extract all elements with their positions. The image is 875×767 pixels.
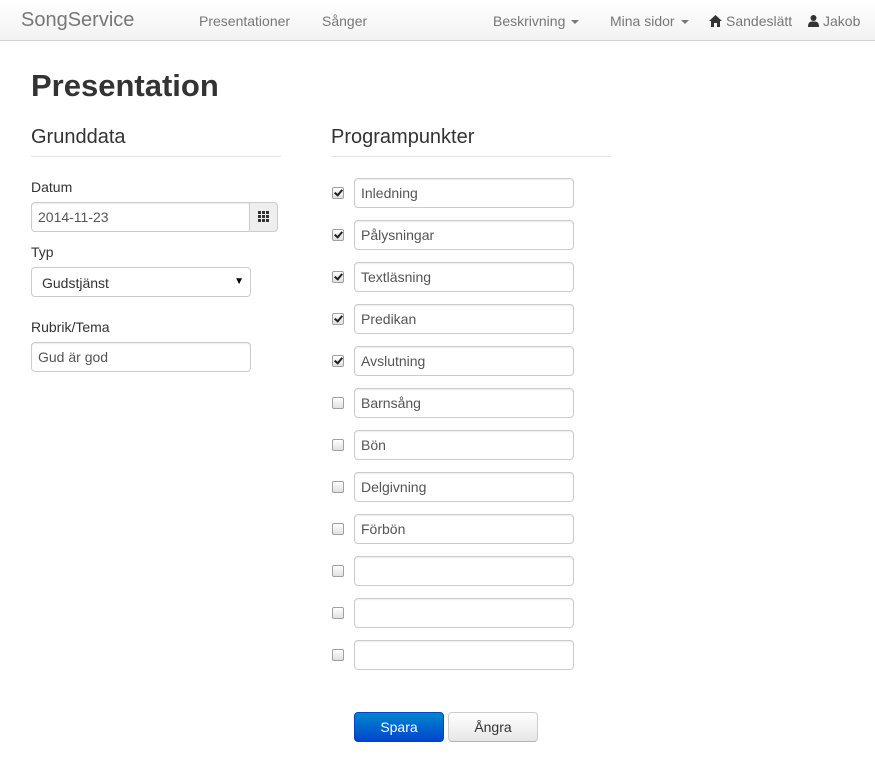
date-input[interactable] [31,202,250,232]
program-item-checkbox[interactable] [332,313,344,325]
grunddata-heading: Grunddata [31,126,126,148]
program-item-input[interactable] [354,556,574,586]
program-item-checkbox[interactable] [332,439,344,451]
nav-link-home[interactable]: Sandeslätt [709,13,792,29]
program-item-checkbox[interactable] [332,229,344,241]
program-item-checkbox[interactable] [332,355,344,367]
program-item-input[interactable] [354,346,574,376]
program-item-input[interactable] [354,472,574,502]
program-item-input[interactable] [354,178,574,208]
program-item-checkbox[interactable] [332,271,344,283]
program-item-input[interactable] [354,640,574,670]
program-item-input[interactable] [354,262,574,292]
page-title: Presentation [31,68,219,103]
user-label: Jakob [823,13,861,29]
program-item-input[interactable] [354,220,574,250]
date-label: Datum [31,179,73,195]
program-item-checkbox[interactable] [332,649,344,661]
program-item-checkbox[interactable] [332,607,344,619]
nav-dropdown-beskrivning[interactable]: Beskrivning [493,13,580,29]
nav-link-presentationer[interactable]: Presentationer [199,13,290,29]
calendar-icon [258,211,269,222]
nav-link-sanger[interactable]: Sånger [322,13,367,29]
nav-link-user[interactable]: Jakob [808,13,860,29]
home-label: Sandeslätt [726,13,793,29]
programpunkter-heading: Programpunkter [331,126,475,148]
nav-dropdown-label: Beskrivning [493,13,566,29]
theme-label: Rubrik/Tema [31,319,110,335]
program-item-input[interactable] [354,430,574,460]
top-navbar: SongService Presentationer Sånger Beskri… [0,0,875,41]
nav-dropdown-label: Mina sidor [610,13,675,29]
program-item-checkbox[interactable] [332,481,344,493]
type-select-value: Gudstjänst [42,275,109,291]
user-icon [808,15,819,27]
caret-down-icon [571,20,580,25]
program-item-checkbox[interactable] [332,523,344,535]
program-item-input[interactable] [354,514,574,544]
program-item-input[interactable] [354,598,574,628]
program-item-checkbox[interactable] [332,187,344,199]
program-item-checkbox[interactable] [332,397,344,409]
program-item-input[interactable] [354,388,574,418]
type-label: Typ [31,244,54,260]
calendar-button[interactable] [249,202,278,232]
program-item-checkbox[interactable] [332,565,344,577]
save-button[interactable]: Spara [354,712,444,742]
brand-link[interactable]: SongService [21,9,134,32]
caret-down-icon [680,20,689,25]
home-icon [709,15,722,27]
grunddata-divider [31,156,281,157]
type-select[interactable]: Gudstjänst ▼ [31,267,251,297]
theme-input[interactable] [31,342,251,372]
program-item-input[interactable] [354,304,574,334]
nav-dropdown-mina-sidor[interactable]: Mina sidor [610,13,689,29]
select-arrow-icon: ▼ [234,276,244,287]
cancel-button[interactable]: Ångra [448,712,538,742]
programpunkter-divider [331,156,611,157]
